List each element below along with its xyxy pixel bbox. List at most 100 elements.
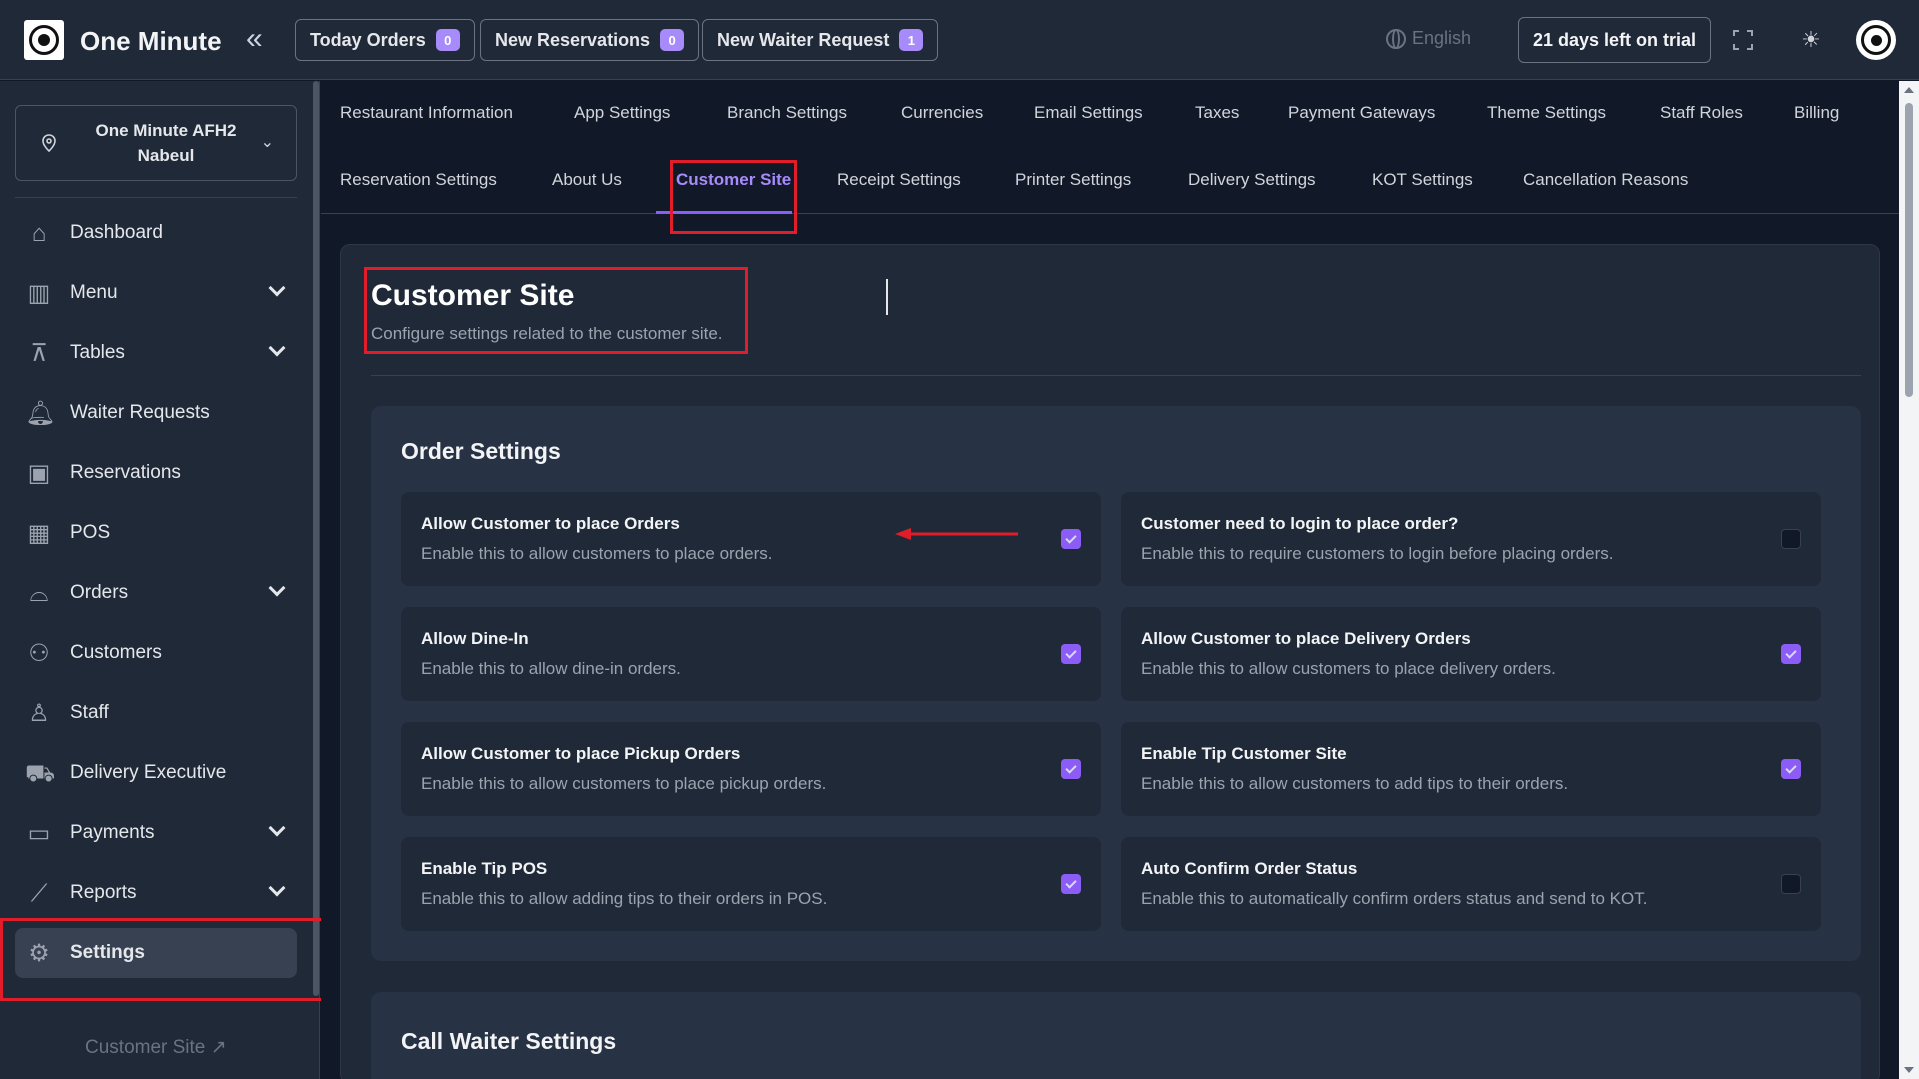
scooter-icon: ⛟ [25,760,56,787]
chevron-down-icon [268,339,286,357]
setting-checkbox[interactable] [1781,874,1801,894]
section-divider [371,375,1861,376]
sidebar-item-label: Menu [70,282,118,303]
tab-email-settings[interactable]: Email Settings [1034,103,1143,123]
setting-checkbox[interactable] [1061,759,1081,779]
tab-branch-settings[interactable]: Branch Settings [727,103,847,123]
tab-taxes[interactable]: Taxes [1195,103,1239,123]
branch-selector[interactable]: One Minute AFH2 Nabeul ⌄ [15,105,297,181]
tab-app-settings[interactable]: App Settings [574,103,670,123]
sidebar-item-staff[interactable]: ♙ Staff [15,688,297,738]
setting-option[interactable]: Customer need to login to place order? En… [1121,492,1821,586]
new-waiter-request-label: New Waiter Request [717,29,890,50]
setting-option[interactable]: Allow Customer to place Delivery Orders E… [1121,607,1821,701]
today-orders-button[interactable]: Today Orders 0 [295,19,475,61]
tab-delivery-settings[interactable]: Delivery Settings [1188,170,1316,190]
tab-kot-settings[interactable]: KOT Settings [1372,170,1473,190]
order-settings-title: Order Settings [401,438,561,464]
settings-tabs: Restaurant Information App Settings Bran… [321,81,1899,214]
wallet-icon: ▭ [27,820,51,847]
tab-about-us[interactable]: About Us [552,170,622,190]
sidebar-divider [15,197,297,198]
setting-option[interactable]: Auto Confirm Order Status Enable this to … [1121,837,1821,931]
main-content: Restaurant Information App Settings Bran… [321,81,1899,1079]
scroll-down-icon[interactable] [1904,1067,1914,1073]
tab-printer-settings[interactable]: Printer Settings [1015,170,1131,190]
setting-option-title: Allow Customer to place Pickup Orders [421,744,741,763]
annotation-arrow-icon [895,528,1018,540]
setting-option-description: Enable this to allow customers to place … [421,544,773,563]
tab-receipt-settings[interactable]: Receipt Settings [837,170,961,190]
sidebar-item-orders[interactable]: ⌓ Orders [15,568,297,618]
setting-option[interactable]: Allow Dine-In Enable this to allow dine-i… [401,607,1101,701]
setting-checkbox[interactable] [1061,644,1081,664]
staff-icon: ♙ [28,700,50,727]
setting-option-title: Enable Tip Customer Site [1141,744,1347,763]
setting-option[interactable]: Enable Tip POS Enable this to allow addin… [401,837,1101,931]
setting-option-title: Allow Dine-In [421,629,529,648]
chevron-down-icon [268,879,286,897]
trial-status-button[interactable]: 21 days left on trial [1518,17,1712,63]
users-icon: ⚇ [28,640,50,667]
sidebar-item-reports[interactable]: ⟋ Reports [15,868,297,918]
sidebar-item-label: Waiter Requests [70,402,210,423]
external-link-icon: ↗ [210,1037,227,1058]
branch-name: One Minute AFH2 Nabeul [76,118,256,168]
setting-option[interactable]: Allow Customer to place Pickup Orders Ena… [401,722,1101,816]
tab-payment-gateways[interactable]: Payment Gateways [1288,103,1435,123]
scrollbar-thumb[interactable] [1905,103,1913,397]
sidebar-item-payments[interactable]: ▭ Payments [15,808,297,858]
language-selector[interactable]: English [1386,28,1471,49]
today-orders-count: 0 [435,29,460,51]
tab-theme-settings[interactable]: Theme Settings [1487,103,1606,123]
tab-staff-roles[interactable]: Staff Roles [1660,103,1743,123]
new-reservations-button[interactable]: New Reservations 0 [480,19,700,61]
setting-checkbox[interactable] [1781,759,1801,779]
setting-option-description: Enable this to allow customers to place … [421,774,827,793]
sidebar-item-tables[interactable]: ⊼ Tables [15,328,297,378]
chevron-down-icon [268,579,286,597]
sidebar-item-waiter-requests[interactable]: 🔔︎ Waiter Requests [15,388,297,438]
app-name: One Minute [80,26,222,56]
setting-option[interactable]: Enable Tip Customer Site Enable this to a… [1121,722,1821,816]
setting-checkbox[interactable] [1781,644,1801,664]
new-waiter-request-button[interactable]: New Waiter Request 1 [702,19,939,61]
user-avatar[interactable] [1856,20,1896,60]
tab-reservation-settings[interactable]: Reservation Settings [340,170,497,190]
customer-site-link[interactable]: Customer Site ↗ [85,1036,227,1059]
sidebar-item-label: POS [70,522,111,543]
setting-checkbox[interactable] [1061,529,1081,549]
sidebar-item-pos[interactable]: ▦ POS [15,508,297,558]
setting-option-title: Customer need to login to place order? [1141,514,1459,533]
chevron-down-icon [268,819,286,837]
text-cursor [886,279,888,315]
setting-checkbox[interactable] [1061,874,1081,894]
sidebar-item-customers[interactable]: ⚇ Customers [15,628,297,678]
sidebar-item-dashboard[interactable]: ⌂ Dashboard [15,208,297,258]
tab-restaurant-information[interactable]: Restaurant Information [340,103,513,123]
language-label: English [1412,28,1472,48]
page-scrollbar[interactable] [1899,81,1919,1079]
sidebar-item-reservations[interactable]: ▣ Reservations [15,448,297,498]
collapse-sidebar-icon[interactable]: « [246,24,263,54]
bell-icon: 🔔︎ [25,400,56,427]
home-icon: ⌂ [31,220,47,247]
sidebar-item-menu[interactable]: ▥ Menu [15,268,297,318]
tab-billing[interactable]: Billing [1794,103,1839,123]
scroll-up-icon[interactable] [1904,87,1914,93]
sidebar-scrollbar[interactable] [313,81,319,996]
tab-cancellation-reasons[interactable]: Cancellation Reasons [1523,170,1688,190]
setting-option-description: Enable this to allow customers to place … [1141,659,1556,678]
new-reservations-count: 0 [660,29,685,51]
menu-book-icon: ▥ [27,280,51,307]
fullscreen-icon[interactable] [1733,30,1753,50]
tab-currencies[interactable]: Currencies [901,103,983,123]
setting-checkbox[interactable] [1781,529,1801,549]
sidebar-item-label: Customers [70,642,162,663]
setting-option-description: Enable this to automatically confirm ord… [1141,889,1648,908]
sidebar-item-delivery-executive[interactable]: ⛟ Delivery Executive [15,748,297,798]
chart-icon: ⟋ [30,880,48,907]
theme-toggle-sun-icon[interactable]: ☀ [1800,27,1822,52]
customer-site-link-label: Customer Site [85,1037,206,1058]
app-logo[interactable] [24,20,64,60]
